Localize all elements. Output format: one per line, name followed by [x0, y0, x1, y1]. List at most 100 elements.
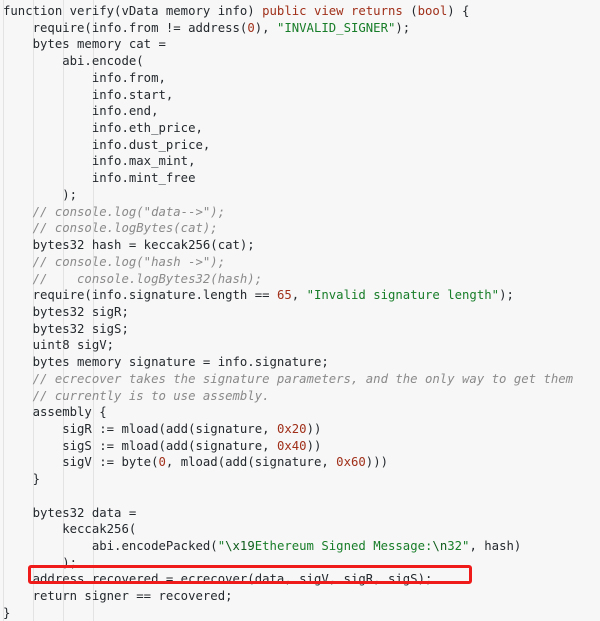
code-token-plain: address recovered = ecrecover(data, sigV… — [3, 572, 433, 587]
code-line[interactable]: info.from, — [0, 70, 600, 87]
code-line[interactable]: // console.logBytes(cat); — [0, 220, 600, 237]
code-line[interactable]: bytes32 hash = keccak256(cat); — [0, 237, 600, 254]
code-line[interactable]: // console.log("data-->"); — [0, 204, 600, 221]
code-line[interactable]: abi.encode( — [0, 53, 600, 70]
code-token-plain: ); — [3, 555, 78, 570]
code-token-plain: return signer == recovered; — [3, 589, 233, 604]
code-line[interactable]: bytes memory cat = — [0, 36, 600, 53]
code-token-plain: ); — [499, 288, 514, 303]
code-line[interactable]: info.start, — [0, 87, 600, 104]
code-token-plain: ); — [3, 187, 78, 202]
code-token-plain: info.max_mint, — [3, 154, 196, 169]
code-line[interactable]: info.end, — [0, 103, 600, 120]
code-line[interactable]: // console.logBytes32(hash); — [0, 271, 600, 288]
code-token-comment: // console.logBytes32(hash); — [3, 271, 263, 286]
code-token-num: 0x60 — [336, 455, 366, 470]
code-token-kw: public view returns — [262, 4, 411, 18]
code-line[interactable]: info.mint_free — [0, 170, 600, 187]
code-token-plain: , hash) — [469, 539, 522, 553]
code-token-str: Ethereum Signed Message: — [254, 539, 433, 553]
code-token-plain: info.eth_price, — [3, 121, 203, 136]
code-token-num: 0x40 — [276, 438, 307, 453]
code-line[interactable]: } — [0, 471, 600, 488]
code-token-plain: sigS := mload(add(signature, — [3, 438, 277, 453]
code-token-num: 0 — [247, 20, 255, 35]
code-line[interactable]: } — [0, 605, 600, 621]
code-line[interactable]: info.max_mint, — [0, 153, 600, 170]
code-token-plain: , mload(add(signature, — [165, 455, 337, 470]
code-token-plain: )) — [306, 421, 322, 436]
code-token-plain: ( — [410, 4, 418, 18]
code-token-num: 65 — [276, 288, 292, 303]
code-token-plain: bytes memory signature = info.signature; — [3, 355, 329, 370]
code-line[interactable]: assembly { — [0, 404, 600, 421]
code-line[interactable]: info.eth_price, — [0, 120, 600, 137]
code-line[interactable]: uint8 sigV; — [0, 337, 600, 354]
code-token-plain: info.start, — [3, 87, 174, 102]
code-line[interactable]: // console.log("hash ->"); — [0, 254, 600, 271]
code-token-plain: bytes32 hash = keccak256(cat); — [3, 238, 255, 253]
code-token-plain: } — [3, 472, 41, 487]
code-token-plain: require(info.from != address( — [3, 20, 248, 35]
code-token-plain: bytes32 sigR; — [3, 304, 129, 319]
code-token-str: 32" — [447, 539, 470, 553]
code-token-plain: } — [3, 605, 11, 620]
code-token-plain: ))) — [365, 455, 389, 470]
code-line[interactable]: bytes32 sigS; — [0, 321, 600, 338]
code-line[interactable]: function verify(vData memory info) publi… — [0, 3, 600, 20]
code-line[interactable]: bytes memory signature = info.signature; — [0, 354, 600, 371]
code-line[interactable] — [0, 488, 600, 505]
code-token-comment: // console.logBytes(cat); — [3, 221, 218, 236]
code-token-plain: info.from, — [3, 70, 166, 85]
code-token-kw: bool — [417, 4, 448, 18]
code-token-plain: info.end, — [3, 104, 159, 119]
code-token-plain: abi.encode( — [3, 54, 144, 69]
code-token-plain: require(info.signature.length == — [3, 288, 277, 303]
code-token-str: "INVALID_SIGNER" — [276, 20, 396, 35]
code-token-plain: function verify(vData memory info) — [3, 4, 263, 18]
code-token-plain: ); — [395, 20, 411, 35]
code-line[interactable]: sigS := mload(add(signature, 0x40)) — [0, 438, 600, 455]
code-line[interactable]: return signer == recovered; — [0, 588, 600, 605]
code-token-num: 0 — [158, 455, 166, 470]
code-token-plain: info.dust_price, — [3, 137, 211, 152]
code-line[interactable]: bytes32 sigR; — [0, 304, 600, 321]
code-token-plain: , — [291, 288, 307, 303]
code-line[interactable]: sigV := byte(0, mload(add(signature, 0x6… — [0, 454, 600, 471]
code-line[interactable]: ); — [0, 187, 600, 204]
code-token-plain: keccak256( — [3, 522, 137, 537]
code-line[interactable]: require(info.signature.length == 65, "In… — [0, 287, 600, 304]
code-token-comment: // console.log("data-->"); — [3, 204, 226, 219]
code-token-plain: sigR := mload(add(signature, — [3, 421, 277, 436]
code-line[interactable]: address recovered = ecrecover(data, sigV… — [0, 571, 600, 588]
code-token-str: " — [217, 539, 226, 553]
code-editor-viewport[interactable]: function verify(vData memory info) publi… — [0, 0, 600, 621]
code-token-plain: ) { — [447, 4, 470, 18]
code-token-plain: bytes memory cat = — [3, 37, 166, 52]
code-lines-container[interactable]: function verify(vData memory info) publi… — [0, 0, 600, 621]
code-token-plain: bytes32 data = — [3, 505, 137, 520]
code-token-plain: )) — [306, 438, 322, 453]
code-line[interactable]: info.dust_price, — [0, 137, 600, 154]
code-token-plain: bytes32 sigS; — [3, 321, 129, 336]
code-line[interactable]: ); — [0, 555, 600, 572]
code-token-plain: info.mint_free — [3, 171, 196, 186]
code-line[interactable]: // currently is to use assembly. — [0, 388, 600, 405]
code-token-num: 0x20 — [276, 421, 307, 436]
code-token-comment: // console.log("hash ->"); — [3, 254, 226, 269]
code-line[interactable]: require(info.from != address(0), "INVALI… — [0, 20, 600, 37]
code-line[interactable]: sigR := mload(add(signature, 0x20)) — [0, 421, 600, 438]
code-line[interactable]: // ecrecover takes the signature paramet… — [0, 371, 600, 388]
code-line[interactable]: bytes32 data = — [0, 505, 600, 522]
code-token-str: "Invalid signature length" — [306, 288, 500, 303]
code-line[interactable]: keccak256( — [0, 521, 600, 538]
code-token-plain: uint8 sigV; — [3, 338, 115, 353]
code-token-plain: abi.encodePacked( — [3, 539, 218, 553]
code-token-esc: \x19 — [225, 539, 255, 553]
code-token-plain: assembly { — [3, 405, 107, 420]
code-token-plain: sigV := byte( — [3, 455, 159, 470]
code-token-plain: ), — [254, 20, 277, 35]
code-line[interactable]: abi.encodePacked("\x19Ethereum Signed Me… — [0, 538, 600, 555]
code-token-esc: \n — [432, 539, 448, 553]
code-token-comment: // currently is to use assembly. — [3, 388, 270, 403]
